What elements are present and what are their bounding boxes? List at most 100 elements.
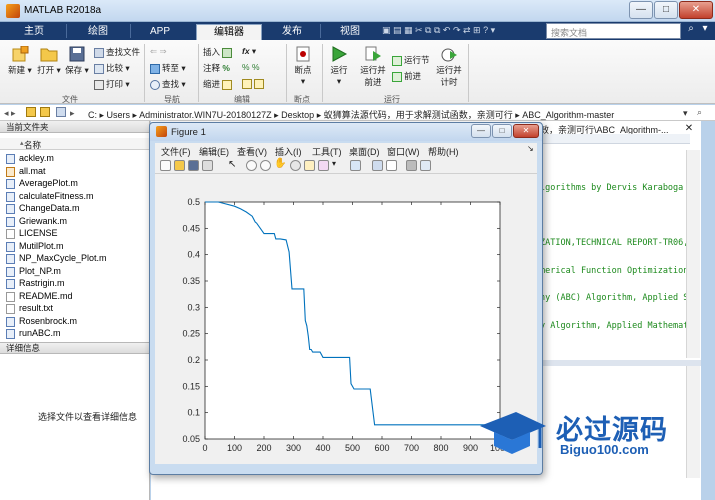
- list-item[interactable]: all.mat: [6, 166, 46, 178]
- tab-divider: [130, 24, 131, 38]
- breadcrumb[interactable]: C: ▸ Users ▸ Administrator.WIN7U-2018012…: [88, 108, 614, 121]
- x-tick-label: 800: [433, 443, 448, 453]
- list-item[interactable]: AveragePlot.m: [6, 178, 78, 190]
- tab-plots[interactable]: 绘图: [78, 24, 118, 40]
- current-folder-header: 当前文件夹: [0, 121, 149, 133]
- indent-button[interactable]: 缩进: [203, 78, 234, 90]
- show-plot-tools-icon[interactable]: [420, 160, 431, 171]
- hide-plot-tools-icon[interactable]: [406, 160, 417, 171]
- quick-access-toolbar[interactable]: ▣ ▤ ▦ ✂ ⧉ ⧉ ↶ ↷ ⇄ ⊞ ? ▾: [382, 25, 495, 38]
- breadcrumb-item[interactable]: Users: [107, 110, 131, 120]
- dock-arrow-icon[interactable]: ↘: [527, 144, 534, 153]
- run-button[interactable]: 运行 ▾: [326, 46, 352, 87]
- comment-tools[interactable]: % %: [242, 62, 260, 72]
- details-hint: 选择文件以查看详细信息: [38, 412, 138, 422]
- minimize-button[interactable]: —: [629, 1, 653, 19]
- brush-dropdown-icon[interactable]: ▾: [332, 159, 336, 168]
- list-item[interactable]: LICENSE: [6, 228, 58, 240]
- tab-view[interactable]: 视图: [328, 24, 372, 40]
- run-and-time-button[interactable]: 运行并 计时: [434, 46, 464, 88]
- link-plot-icon[interactable]: [350, 160, 361, 171]
- indent-tools[interactable]: [242, 78, 266, 89]
- list-item[interactable]: result.txt: [6, 303, 53, 315]
- list-item[interactable]: ackley.m: [6, 153, 54, 165]
- expand-ribbon-icon[interactable]: ▾: [698, 23, 712, 38]
- nav-back-forward[interactable]: ⇐ ⇒: [150, 46, 167, 57]
- insert-button[interactable]: 插入: [203, 46, 234, 58]
- tab-editor[interactable]: 编辑器: [196, 24, 262, 40]
- address-dropdown-icon[interactable]: ▾: [683, 108, 688, 119]
- figure-minimize-button[interactable]: —: [471, 124, 491, 138]
- new-button[interactable]: 新建 ▾: [8, 45, 32, 76]
- search-path-icon[interactable]: ⌕: [697, 107, 702, 118]
- advance-button[interactable]: 前进: [392, 70, 421, 82]
- name-column-header[interactable]: 名称: [24, 139, 41, 151]
- file-name: AveragePlot.m: [19, 178, 78, 188]
- insert-colorbar-icon[interactable]: [372, 160, 383, 171]
- list-item[interactable]: NP_MaxCycle_Plot.m: [6, 253, 107, 265]
- list-item[interactable]: Griewank.m: [6, 216, 67, 228]
- find-button[interactable]: 查找 ▾: [150, 78, 186, 90]
- list-item[interactable]: README.md: [6, 291, 73, 303]
- tab-publish[interactable]: 发布: [270, 24, 314, 40]
- print-button[interactable]: 打印 ▾: [94, 78, 130, 90]
- figure-title-bar[interactable]: Figure 1 — □ ✕: [150, 123, 542, 141]
- breadcrumb-drive[interactable]: C:: [88, 110, 97, 120]
- m-file-icon: [6, 253, 15, 264]
- zoom-in-icon[interactable]: [246, 160, 257, 171]
- compare-icon: [94, 63, 104, 74]
- close-button[interactable]: ✕: [679, 1, 713, 19]
- breadcrumb-item[interactable]: 蚁狮算法源代码，用于求解测试函数，亲测可行: [324, 110, 513, 120]
- zoom-out-icon[interactable]: [260, 160, 271, 171]
- m-file-icon: [6, 328, 15, 339]
- run-section-button[interactable]: 运行节: [392, 54, 430, 66]
- goto-button[interactable]: 转至 ▾: [150, 62, 186, 74]
- search-docs-input[interactable]: 搜索文档: [546, 23, 681, 39]
- file-list-header[interactable]: 名称 ▴: [0, 138, 150, 150]
- run-play-icon: [330, 46, 348, 62]
- pan-hand-icon[interactable]: ✋: [274, 158, 286, 169]
- rotate-3d-icon[interactable]: [290, 160, 301, 171]
- edit-plot-arrow-icon[interactable]: ↖: [228, 159, 236, 170]
- compare-button[interactable]: 比较 ▾: [94, 62, 130, 74]
- data-cursor-icon[interactable]: [304, 160, 315, 171]
- open-file-icon[interactable]: [174, 160, 185, 171]
- list-item[interactable]: MutilPlot.m: [6, 241, 64, 253]
- comment-button[interactable]: 注释 %: [203, 62, 230, 74]
- tab-apps[interactable]: APP: [140, 24, 180, 40]
- details-header[interactable]: 详细信息: [0, 342, 150, 354]
- print-figure-icon[interactable]: [202, 160, 213, 171]
- figure-close-button[interactable]: ✕: [513, 124, 539, 138]
- breadcrumb-item[interactable]: Administrator.WIN7U-20180127Z: [139, 110, 272, 120]
- nav-arrows-icon[interactable]: ◂ ▸: [4, 108, 16, 119]
- new-figure-icon[interactable]: [160, 160, 171, 171]
- browse-folder-icon[interactable]: [40, 107, 50, 117]
- insert-function-button[interactable]: fx ▾: [242, 46, 256, 57]
- breadcrumb-item[interactable]: ABC_Algorithm-master: [522, 110, 614, 120]
- save-figure-icon[interactable]: [188, 160, 199, 171]
- decrease-indent-icon: [254, 78, 264, 89]
- folder-up-icon[interactable]: [26, 107, 36, 117]
- address-bar[interactable]: ◂ ▸ ▸ C: ▸ Users ▸ Administrator.WIN7U-2…: [0, 105, 715, 121]
- run-and-advance-button[interactable]: 运行并 前进: [358, 46, 388, 88]
- list-item[interactable]: Rosenbrock.m: [6, 316, 77, 328]
- editor-scrollbar[interactable]: [686, 150, 700, 358]
- tab-home[interactable]: 主页: [14, 24, 54, 40]
- insert-legend-icon[interactable]: [386, 160, 397, 171]
- search-icon[interactable]: ⌕: [684, 23, 698, 38]
- maximize-button[interactable]: □: [654, 1, 678, 19]
- breadcrumb-item[interactable]: Desktop: [281, 110, 314, 120]
- list-item[interactable]: ChangeData.m: [6, 203, 80, 215]
- find-files-button[interactable]: 查找文件: [94, 46, 140, 58]
- save-button[interactable]: 保存 ▾: [64, 46, 90, 76]
- figure-maximize-button[interactable]: □: [492, 124, 512, 138]
- list-item[interactable]: runABC.m: [6, 328, 61, 340]
- list-item[interactable]: Rastrigin.m: [6, 278, 65, 290]
- figure-menu-bar: 文件(F) 编辑(E) 查看(V) 插入(I) 工具(T) 桌面(D) 窗口(W…: [155, 143, 537, 157]
- list-item[interactable]: calculateFitness.m: [6, 191, 94, 203]
- list-item[interactable]: Plot_NP.m: [6, 266, 61, 278]
- breakpoints-button[interactable]: 断点 ▾: [290, 46, 316, 87]
- open-button[interactable]: 打开 ▾: [36, 46, 62, 76]
- graduation-cap-icon: [480, 412, 546, 454]
- brush-icon[interactable]: [318, 160, 329, 171]
